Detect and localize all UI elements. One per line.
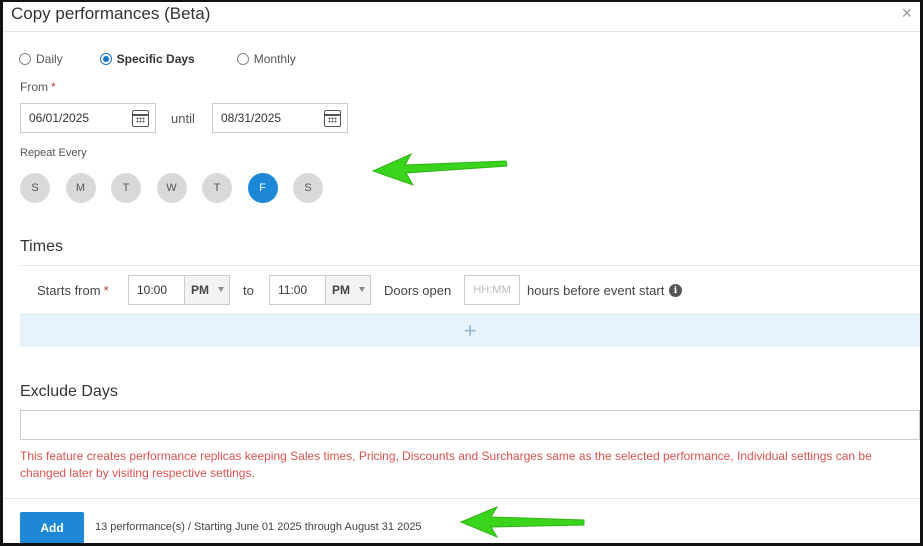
from-date-value: 06/01/2025 xyxy=(29,111,90,125)
day-wednesday[interactable]: W xyxy=(156,173,187,203)
hours-before-label: hours before event start xyxy=(527,283,665,298)
end-ampm-value: PM xyxy=(332,283,350,297)
day-tuesday[interactable]: T xyxy=(111,173,141,203)
end-time-input[interactable]: 11:00 xyxy=(270,276,326,304)
doors-open-input[interactable]: HH:MM xyxy=(464,275,520,305)
from-date-input[interactable]: 06/01/2025 xyxy=(20,103,156,133)
from-label: From * xyxy=(20,80,56,94)
radio-label: Specific Days xyxy=(116,52,195,66)
exclude-days-title: Exclude Days xyxy=(20,383,118,400)
required-mark: * xyxy=(51,80,56,94)
arrow-annotation-icon xyxy=(371,152,508,186)
repeat-every-label: Repeat Every xyxy=(20,147,87,159)
dialog-title: Copy performances (Beta) xyxy=(11,4,211,23)
day-sunday[interactable]: S xyxy=(20,173,50,203)
starts-from-text: Starts from xyxy=(37,283,101,298)
info-icon[interactable]: i xyxy=(669,284,682,297)
time-slot-row: Starts from * 10:00 PM to 11:00 PM Doors … xyxy=(3,266,920,314)
radio-monthly[interactable]: Monthly xyxy=(236,52,296,66)
day-monday[interactable]: M xyxy=(65,173,96,203)
from-label-text: From xyxy=(20,80,48,94)
radio-indicator xyxy=(99,53,112,65)
header-divider xyxy=(3,31,920,32)
until-date-input[interactable]: 08/31/2025 xyxy=(212,103,348,133)
chevron-down-icon xyxy=(359,287,365,292)
performance-summary: 13 performance(s) / Starting June 01 202… xyxy=(95,521,422,533)
plus-icon: + xyxy=(463,318,477,343)
calendar-icon[interactable] xyxy=(324,110,341,127)
radio-indicator xyxy=(236,53,249,65)
radio-daily[interactable]: Daily xyxy=(19,52,63,66)
copy-performances-dialog: Copy performances (Beta) × Daily Specifi… xyxy=(0,0,923,546)
radio-indicator xyxy=(19,53,31,65)
arrow-annotation-icon xyxy=(459,505,585,539)
required-mark: * xyxy=(103,283,109,298)
radio-label: Daily xyxy=(36,52,63,66)
radio-label: Monthly xyxy=(253,52,296,66)
doors-open-label: Doors open xyxy=(384,283,452,298)
start-time-input[interactable]: 10:00 xyxy=(129,276,185,304)
start-ampm-value: PM xyxy=(191,283,209,297)
until-date-value: 08/31/2025 xyxy=(221,111,282,125)
recurrence-options: Daily Specific Days Monthly xyxy=(19,52,324,66)
radio-specific-days[interactable]: Specific Days xyxy=(99,52,195,66)
chevron-down-icon xyxy=(218,287,224,292)
day-saturday[interactable]: S xyxy=(293,173,323,203)
calendar-icon[interactable] xyxy=(132,110,149,127)
exclude-days-input[interactable] xyxy=(20,410,920,440)
add-button[interactable]: Add xyxy=(20,512,84,543)
feature-notice: This feature creates performance replica… xyxy=(20,449,872,480)
end-time-field: 11:00 PM xyxy=(269,275,371,305)
starts-from-label: Starts from * xyxy=(37,283,109,298)
end-ampm-select[interactable]: PM xyxy=(326,276,370,304)
until-label: until xyxy=(171,111,195,126)
add-time-slot-button[interactable]: + xyxy=(20,314,920,347)
start-time-field: 10:00 PM xyxy=(128,275,230,305)
to-label: to xyxy=(243,283,254,298)
day-thursday[interactable]: T xyxy=(202,173,232,203)
day-friday[interactable]: F xyxy=(247,173,278,203)
start-ampm-select[interactable]: PM xyxy=(185,276,229,304)
footer-divider xyxy=(3,498,920,499)
close-icon[interactable]: × xyxy=(901,3,912,24)
weekday-selector: S M T W T F S xyxy=(20,173,339,203)
times-title: Times xyxy=(20,238,63,255)
